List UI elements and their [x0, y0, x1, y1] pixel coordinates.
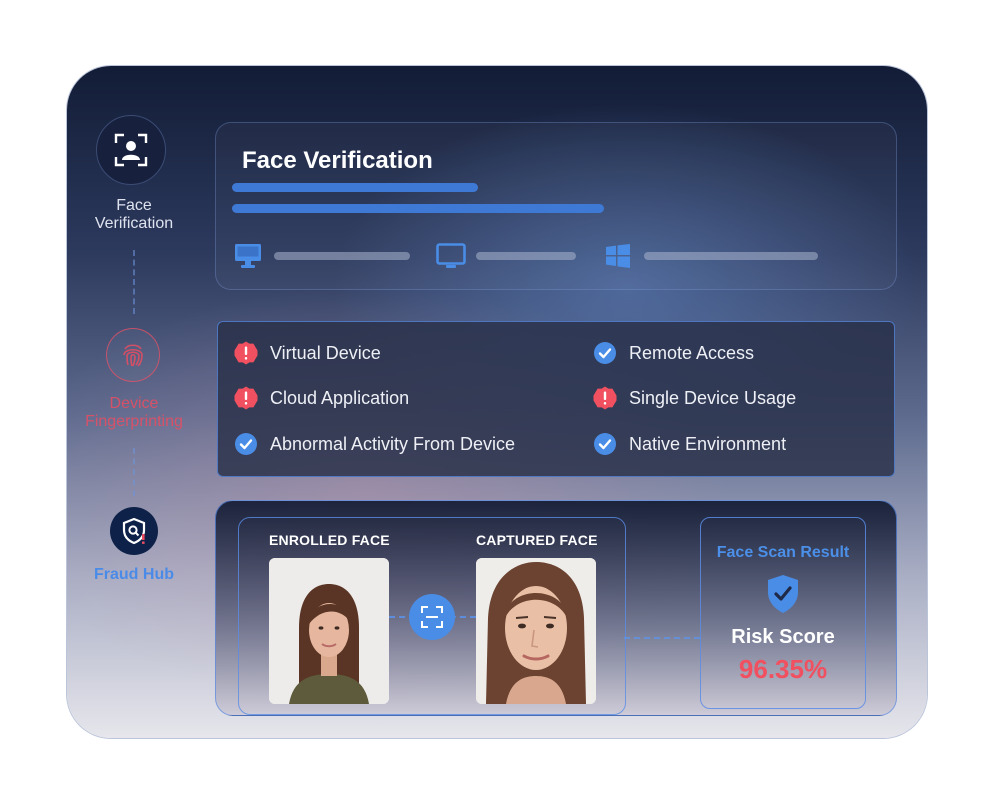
tablet-icon	[436, 242, 466, 270]
check-circle-icon	[593, 341, 617, 365]
step-fraud-hub-label: Fraud Hub	[94, 566, 174, 583]
check-item-cloud-application: Cloud Application	[234, 386, 409, 410]
face-verification-card: Face Verification	[215, 122, 897, 290]
connector-line	[133, 250, 135, 314]
step-face-verification-label: Face Verification	[94, 197, 174, 232]
placeholder-line	[232, 204, 604, 213]
alert-icon	[234, 386, 258, 410]
device-fingerprinting-card: Virtual Device Remote Access Cloud Appli…	[217, 321, 895, 477]
result-connector	[624, 637, 700, 639]
check-item-native-environment: Native Environment	[593, 432, 786, 456]
check-item-remote-access: Remote Access	[593, 341, 754, 365]
captured-face-label: CAPTURED FACE	[476, 532, 598, 548]
check-label: Single Device Usage	[629, 387, 797, 408]
check-label: Native Environment	[629, 433, 787, 454]
step-device-fingerprinting-label: Device Fingerprinting	[85, 395, 183, 430]
face-scan-icon[interactable]	[96, 115, 166, 185]
check-label: Cloud Application	[270, 387, 410, 408]
risk-score-value: 96.35%	[738, 654, 828, 684]
captured-face-photo	[476, 558, 596, 704]
check-circle-icon	[593, 432, 617, 456]
check-circle-icon	[234, 432, 258, 456]
placeholder-line	[274, 252, 410, 260]
shield-check-icon	[766, 574, 800, 619]
alert-icon	[234, 341, 258, 365]
check-label: Abnormal Activity From Device	[270, 433, 516, 454]
check-item-single-device-usage: Single Device Usage	[593, 386, 796, 410]
face-match-scan-icon[interactable]	[409, 594, 455, 640]
face-scan-result-title: Face Scan Result	[716, 544, 850, 561]
face-verification-title: Face Verification	[242, 147, 433, 174]
placeholder-line	[644, 252, 818, 260]
placeholder-line	[476, 252, 576, 260]
check-label: Virtual Device	[270, 342, 381, 363]
check-item-abnormal-activity: Abnormal Activity From Device	[234, 432, 515, 456]
face-scan-result-box: Face Scan Result Risk Score 96.35%	[700, 517, 866, 709]
alert-icon	[593, 386, 617, 410]
enrolled-face-photo	[269, 558, 389, 704]
dashboard-frame: Face Verification Device Fingerprinting …	[67, 66, 927, 738]
desktop-icon	[234, 242, 262, 270]
placeholder-line	[232, 183, 478, 192]
fraud-hub-card: ENROLLED FACE CAPTURED FACE Face Scan Re…	[215, 500, 897, 716]
face-comparison-box: ENROLLED FACE CAPTURED FACE	[238, 517, 626, 715]
enrolled-face-label: ENROLLED FACE	[269, 532, 390, 548]
windows-icon	[604, 242, 632, 270]
check-label: Remote Access	[629, 342, 755, 363]
shield-search-icon[interactable]	[110, 507, 158, 555]
connector-line	[133, 448, 135, 496]
fingerprint-icon[interactable]	[106, 328, 160, 382]
risk-score-label: Risk Score	[731, 626, 835, 648]
check-item-virtual-device: Virtual Device	[234, 341, 381, 365]
